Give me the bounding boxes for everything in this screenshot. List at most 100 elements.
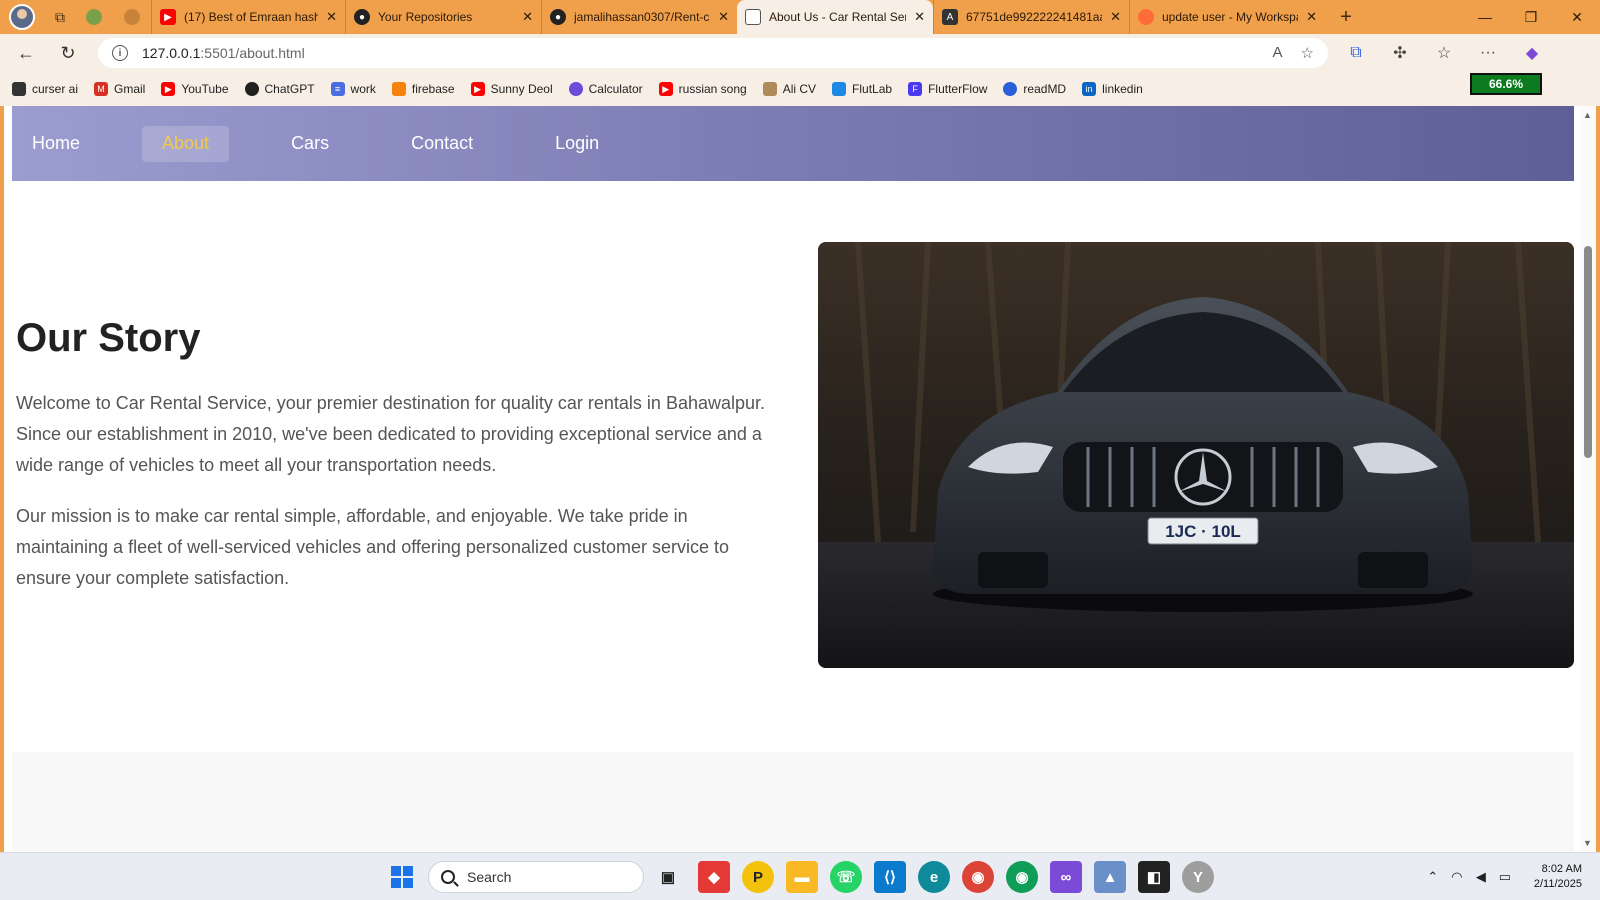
taskbar: Search ▣ ◆ P ▬ ☏ ⟨⟩ e ◉ ◉ ∞ ▲ ◧ Y ⌃ ◠ ◀ … bbox=[0, 852, 1600, 900]
bookmark-chatgpt[interactable]: ChatGPT bbox=[244, 82, 315, 96]
site-info-icon[interactable]: i bbox=[112, 45, 128, 61]
bookmark-youtube[interactable]: ▶ YouTube bbox=[161, 82, 229, 96]
url-host: 127.0.0.1 bbox=[142, 45, 201, 61]
read-aloud-icon[interactable]: A bbox=[1273, 44, 1283, 62]
extensions-icon[interactable]: ✣ bbox=[1384, 37, 1416, 69]
calculator-icon bbox=[568, 82, 583, 96]
tab-title: Your Repositories bbox=[378, 10, 473, 24]
nav-cars[interactable]: Cars bbox=[271, 126, 349, 162]
browser-tab[interactable]: ● Your Repositories ✕ bbox=[345, 0, 541, 34]
bookmark-sunny-deol[interactable]: ▶ Sunny Deol bbox=[470, 82, 553, 96]
nav-login[interactable]: Login bbox=[535, 126, 619, 162]
whatsapp-icon[interactable]: ☏ bbox=[830, 861, 862, 893]
address-bar[interactable]: i 127.0.0.1:5501/about.html A ☆ bbox=[98, 38, 1328, 68]
browser-tab[interactable]: ▶ (17) Best of Emraan hashmi ✕ bbox=[151, 0, 345, 34]
wifi-icon[interactable]: ◠ bbox=[1446, 869, 1468, 885]
flutlab-icon bbox=[832, 82, 847, 96]
close-tab-icon[interactable]: ✕ bbox=[1110, 9, 1121, 25]
browser-tab[interactable]: update user - My Workspace ✕ bbox=[1129, 0, 1325, 34]
search-label: Search bbox=[467, 869, 512, 885]
clock[interactable]: 8:02 AM 2/11/2025 bbox=[1534, 862, 1582, 892]
close-tab-icon[interactable]: ✕ bbox=[718, 9, 729, 25]
close-tab-icon[interactable]: ✕ bbox=[914, 9, 925, 25]
app-icon-gray[interactable]: Y bbox=[1182, 861, 1214, 893]
bookmark-ali-cv[interactable]: Ali CV bbox=[762, 82, 816, 96]
readmd-icon bbox=[1003, 82, 1018, 96]
nav-about[interactable]: About bbox=[142, 125, 230, 162]
bookmark-linkedin[interactable]: in linkedin bbox=[1082, 82, 1143, 96]
gmail-icon: M bbox=[94, 82, 109, 96]
volume-icon[interactable]: ◀ bbox=[1470, 869, 1492, 885]
copilot-icon[interactable]: ◆ bbox=[1516, 37, 1548, 69]
document-icon: ≡ bbox=[330, 82, 345, 96]
edge-icon[interactable]: e bbox=[918, 861, 950, 893]
bookmark-work[interactable]: ≡ work bbox=[330, 82, 376, 96]
scroll-down-icon[interactable]: ▼ bbox=[1583, 838, 1592, 848]
github-icon: ● bbox=[354, 9, 370, 25]
nav-home[interactable]: Home bbox=[12, 126, 100, 162]
task-view-icon[interactable]: ▣ bbox=[652, 861, 684, 893]
profile-avatar[interactable] bbox=[9, 4, 35, 30]
chrome-icon[interactable]: ◉ bbox=[962, 861, 994, 893]
chrome-profile-icon[interactable]: ◉ bbox=[1006, 861, 1038, 893]
bookmark-label: firebase bbox=[411, 82, 455, 96]
visual-studio-icon[interactable]: ∞ bbox=[1050, 861, 1082, 893]
browser-tab-active[interactable]: About Us - Car Rental Service ✕ bbox=[737, 0, 933, 34]
close-window-icon[interactable]: ✕ bbox=[1554, 0, 1600, 34]
bookmark-label: Gmail bbox=[114, 82, 146, 96]
vertical-scrollbar[interactable]: ▲ ▼ bbox=[1580, 106, 1596, 852]
bookmark-gmail[interactable]: M Gmail bbox=[94, 82, 145, 96]
scrollbar-thumb[interactable] bbox=[1584, 246, 1592, 458]
bookmark-russian-song[interactable]: ▶ russian song bbox=[658, 82, 747, 96]
battery-icon[interactable]: ▭ bbox=[1494, 869, 1516, 885]
file-explorer-icon[interactable]: ▬ bbox=[786, 861, 818, 893]
bookmark-curser-ai[interactable]: curser ai bbox=[12, 82, 78, 96]
close-tab-icon[interactable]: ✕ bbox=[1306, 9, 1317, 25]
favorites-icon[interactable]: ☆ bbox=[1428, 37, 1460, 69]
address-toolbar: ← ↻ i 127.0.0.1:5501/about.html A ☆ ⧉ ✣ … bbox=[0, 34, 1600, 72]
close-tab-icon[interactable]: ✕ bbox=[326, 9, 337, 25]
scroll-up-icon[interactable]: ▲ bbox=[1583, 110, 1592, 120]
windows-start-icon[interactable] bbox=[386, 861, 418, 893]
site-navbar: Home About Cars Contact Login bbox=[12, 106, 1574, 181]
close-tab-icon[interactable]: ✕ bbox=[522, 9, 533, 25]
url-path: :5501/about.html bbox=[200, 45, 305, 61]
vscode-icon[interactable]: ⟨⟩ bbox=[874, 861, 906, 893]
api-icon: A bbox=[942, 9, 958, 25]
chevron-up-icon[interactable]: ⌃ bbox=[1422, 869, 1444, 885]
bookmark-label: Calculator bbox=[588, 82, 643, 96]
app-icon-red[interactable]: ◆ bbox=[698, 861, 730, 893]
minimize-icon[interactable]: — bbox=[1462, 0, 1508, 34]
app-icon-yellow[interactable]: P bbox=[742, 861, 774, 893]
browser-tab[interactable]: A 67751de992222241481aa ✕ bbox=[933, 0, 1129, 34]
browser-tab[interactable]: ● jamalihassan0307/Rent-car ✕ bbox=[541, 0, 737, 34]
favorite-star-icon[interactable]: ☆ bbox=[1301, 44, 1314, 62]
youtube-icon: ▶ bbox=[470, 82, 485, 96]
bookmark-calculator[interactable]: Calculator bbox=[568, 82, 643, 96]
bookmark-flutlab[interactable]: FlutLab bbox=[832, 82, 892, 96]
workspaces-icon[interactable]: ⧉ bbox=[45, 3, 75, 31]
more-menu-icon[interactable]: ··· bbox=[1472, 37, 1504, 69]
bookmark-label: readMD bbox=[1023, 82, 1067, 96]
new-tab-icon[interactable]: + bbox=[1331, 3, 1361, 31]
restore-icon[interactable]: ❐ bbox=[1508, 0, 1554, 34]
photos-icon[interactable]: ▲ bbox=[1094, 861, 1126, 893]
pinned-tab[interactable] bbox=[113, 3, 151, 31]
bookmark-readmd[interactable]: readMD bbox=[1003, 82, 1066, 96]
bookmark-label: ChatGPT bbox=[264, 82, 315, 96]
refresh-icon[interactable]: ↻ bbox=[52, 37, 84, 69]
taskbar-search[interactable]: Search bbox=[428, 861, 644, 893]
bookmark-firebase[interactable]: firebase bbox=[391, 82, 455, 96]
translate-icon[interactable]: ⧉ bbox=[1340, 37, 1372, 69]
bookmark-flutterflow[interactable]: F FlutterFlow bbox=[908, 82, 987, 96]
app-icon-dark[interactable]: ◧ bbox=[1138, 861, 1170, 893]
back-icon[interactable]: ← bbox=[10, 37, 42, 69]
system-tray: ⌃ ◠ ◀ ▭ 8:02 AM 2/11/2025 bbox=[1422, 853, 1600, 900]
nav-contact[interactable]: Contact bbox=[391, 126, 493, 162]
pinned-tab[interactable] bbox=[75, 3, 113, 31]
window-controls: — ❐ ✕ bbox=[1462, 0, 1600, 34]
linkedin-icon: in bbox=[1082, 82, 1097, 96]
curser-ai-icon bbox=[12, 82, 26, 96]
bookmark-label: YouTube bbox=[181, 82, 229, 96]
bookmark-label: linkedin bbox=[1102, 82, 1143, 96]
